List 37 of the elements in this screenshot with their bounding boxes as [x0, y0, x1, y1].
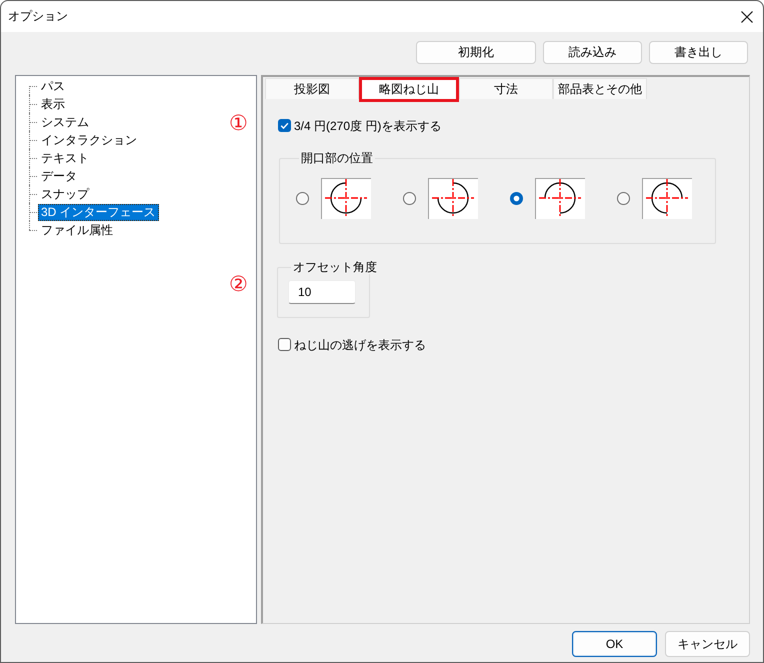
callout-number: ① [229, 112, 248, 136]
dialog-button[interactable]: キャンセル [665, 631, 750, 657]
toolbar-button[interactable]: 読み込み [543, 41, 642, 64]
tree-item[interactable]: パス [38, 78, 68, 94]
arc-crosshair-icon [428, 178, 478, 219]
arc-crosshair-icon [535, 178, 585, 219]
group-title: オフセット角度 [292, 260, 378, 274]
window-title: オプション [8, 9, 68, 24]
checkbox[interactable] [278, 119, 291, 132]
tab[interactable]: 略図ねじ山 [359, 77, 459, 102]
dialog-button[interactable]: OK [572, 631, 657, 657]
checkbox-label: ねじ山の逃げを表示する [294, 338, 426, 352]
tree-item[interactable]: スナップ [38, 186, 92, 202]
arc-crosshair-icon [321, 178, 371, 219]
tree-item[interactable]: 3D インターフェース [38, 204, 159, 220]
tab[interactable]: 投影図 [265, 78, 359, 99]
arc-crosshair-icon [642, 178, 692, 219]
group-title: 開口部の位置 [300, 151, 374, 165]
radio-button[interactable] [296, 192, 309, 205]
close-icon[interactable] [741, 10, 753, 22]
tree-item[interactable]: 表示 [38, 96, 68, 112]
tree-item[interactable]: システム [38, 114, 92, 130]
tree-item[interactable]: テキスト [38, 150, 92, 166]
tab[interactable]: 寸法 [459, 78, 553, 99]
radio-button[interactable] [617, 192, 630, 205]
tab[interactable]: 部品表とその他 [553, 78, 647, 99]
toolbar-button[interactable]: 書き出し [649, 41, 748, 64]
tree-item[interactable]: インタラクション [38, 132, 140, 148]
checkbox[interactable] [278, 338, 291, 351]
tree-item[interactable]: ファイル属性 [38, 222, 116, 238]
callout-number: ② [229, 273, 248, 297]
toolbar-button[interactable]: 初期化 [416, 41, 536, 64]
radio-button[interactable] [510, 192, 523, 205]
radio-button[interactable] [403, 192, 416, 205]
tree-item[interactable]: データ [38, 168, 80, 184]
checkbox-label: 3/4 円(270度 円)を表示する [294, 118, 442, 132]
input-field[interactable]: 10 [288, 280, 356, 304]
